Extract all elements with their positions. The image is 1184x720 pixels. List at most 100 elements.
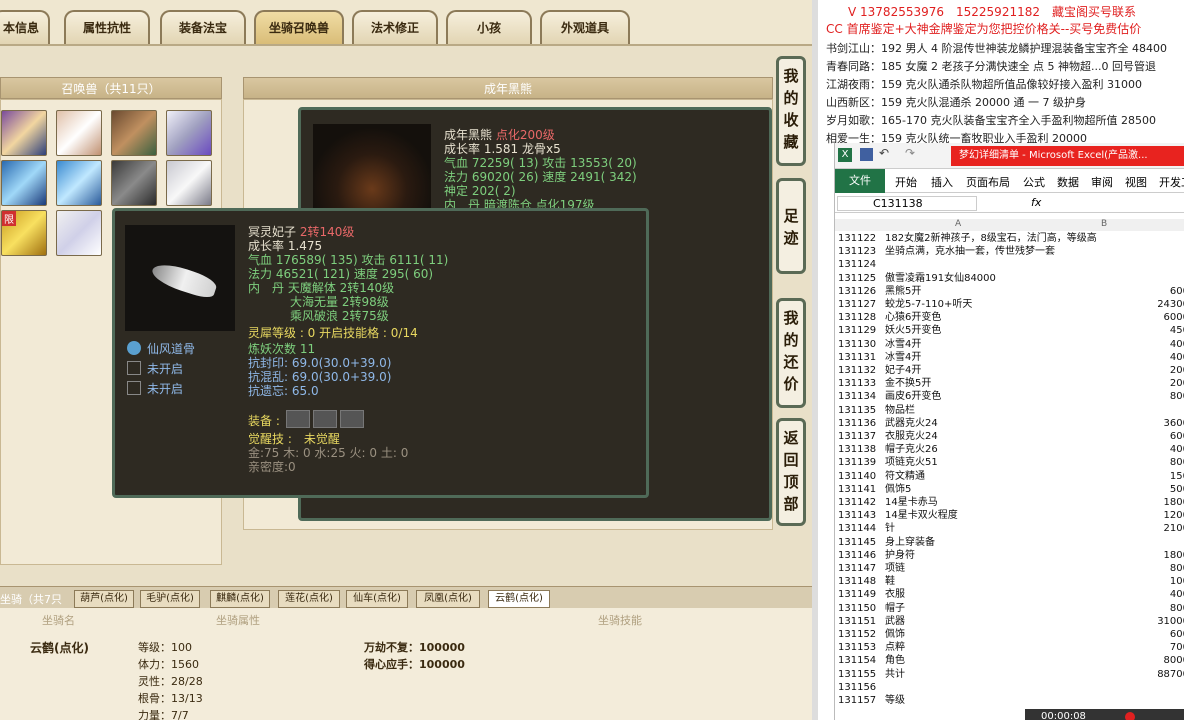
cell-a[interactable]: 妃子4开 xyxy=(885,365,921,377)
cell-a[interactable]: 画皮6开变色 xyxy=(885,391,941,403)
cell-a[interactable]: 武器 xyxy=(885,616,905,628)
row-number[interactable]: 131136 xyxy=(838,418,882,430)
row-number[interactable]: 131128 xyxy=(838,312,882,324)
col-header-a[interactable]: A xyxy=(955,219,961,229)
my-favorites-button[interactable]: 我的收藏 xyxy=(776,56,806,166)
row-number[interactable]: 131147 xyxy=(838,563,882,575)
cell-b[interactable]: 100 xyxy=(1170,576,1184,588)
summon-avatar[interactable] xyxy=(111,160,157,206)
mount-tab[interactable]: 凤凰(点化) xyxy=(416,590,480,608)
sheet-row[interactable]: 131123 坐骑点满，克水抽一套，传世残梦一套 xyxy=(835,246,1184,258)
row-number[interactable]: 131149 xyxy=(838,589,882,601)
tab-equipment[interactable]: 装备法宝 xyxy=(160,10,246,44)
row-number[interactable]: 131144 xyxy=(838,523,882,535)
row-number[interactable]: 131153 xyxy=(838,642,882,654)
cell-a[interactable]: 符文精通 xyxy=(885,471,925,483)
cell-a[interactable]: 共计 xyxy=(885,669,905,681)
mount-tab-active[interactable]: 云鹤(点化) xyxy=(488,590,550,608)
equip-slot[interactable] xyxy=(286,410,310,428)
cell-b[interactable]: 800 xyxy=(1170,603,1184,615)
cell-b[interactable]: 150 xyxy=(1170,471,1184,483)
cell-b[interactable]: 200 xyxy=(1170,378,1184,390)
undo-icon[interactable]: ↶ xyxy=(879,146,889,160)
summon-avatar[interactable] xyxy=(1,160,47,206)
cell-b[interactable]: 6000 xyxy=(1164,312,1184,324)
row-number[interactable]: 131150 xyxy=(838,603,882,615)
sheet-row[interactable]: 131137衣服克火24 600 xyxy=(835,431,1184,443)
cell-a[interactable]: 妖火5开变色 xyxy=(885,325,941,337)
tab-attributes[interactable]: 属性抗性 xyxy=(64,10,150,44)
cell-b[interactable]: 31000 xyxy=(1157,616,1184,628)
cell-b[interactable]: 600 xyxy=(1170,629,1184,641)
sheet-row[interactable]: 131134画皮6开变色 800 xyxy=(835,391,1184,403)
ribbon-tab[interactable]: 视图 xyxy=(1125,174,1147,190)
cell-a[interactable]: 黑熊5开 xyxy=(885,286,921,298)
summon-avatar[interactable] xyxy=(56,160,102,206)
sheet-row[interactable]: 131136武器克火24 3600 xyxy=(835,418,1184,430)
equip-slot[interactable] xyxy=(313,410,337,428)
sheet-row[interactable]: 131125 傲雪凌霜191女仙84000 xyxy=(835,273,1184,285)
cell-a[interactable]: 项链克火51 xyxy=(885,457,938,469)
row-number[interactable]: 131138 xyxy=(838,444,882,456)
sheet-row[interactable]: 13114214星卡赤马 1800 xyxy=(835,497,1184,509)
sheet-row[interactable]: 131128心猿6开变色 6000 xyxy=(835,312,1184,324)
cell-a[interactable]: 冰雪4开 xyxy=(885,352,921,364)
cell-b[interactable]: 400 xyxy=(1170,589,1184,601)
sheet-row[interactable]: 131157 等级 xyxy=(835,695,1184,707)
ribbon-tab[interactable]: 开始 xyxy=(895,174,917,190)
sheet-row[interactable]: 131127蛟龙5-7-110+听天 24300 xyxy=(835,299,1184,311)
mount-tab[interactable]: 麒麟(点化) xyxy=(210,590,270,608)
ribbon-tab[interactable]: 公式 xyxy=(1023,174,1045,190)
cell-a[interactable]: 帽子 xyxy=(885,603,905,615)
sheet-row[interactable]: 13114314星卡双火程度 1200 xyxy=(835,510,1184,522)
cell-a[interactable]: 坐骑点满，克水抽一套，传世残梦一套 xyxy=(885,246,1055,258)
row-number[interactable]: 131151 xyxy=(838,616,882,628)
mount-tab[interactable]: 仙车(点化) xyxy=(346,590,408,608)
cell-a[interactable]: 帽子克火26 xyxy=(885,444,938,456)
sheet-row[interactable]: 131129妖火5开变色 450 xyxy=(835,325,1184,337)
sheet-row[interactable]: 131152佩饰 600 xyxy=(835,629,1184,641)
tab-child[interactable]: 小孩 xyxy=(446,10,532,44)
sheet-row[interactable]: 131147项链 800 xyxy=(835,563,1184,575)
summon-avatar[interactable] xyxy=(56,210,102,256)
equip-slot[interactable] xyxy=(340,410,364,428)
sheet-row[interactable]: 131132妃子4开 200 xyxy=(835,365,1184,377)
row-number[interactable]: 131125 xyxy=(838,273,882,285)
row-number[interactable]: 131148 xyxy=(838,576,882,588)
sheet-row[interactable]: 131124 xyxy=(835,259,1184,271)
row-number[interactable]: 131130 xyxy=(838,339,882,351)
sheet-row[interactable]: 131154角色 8000 xyxy=(835,655,1184,667)
row-number[interactable]: 131127 xyxy=(838,299,882,311)
cell-b[interactable]: 400 xyxy=(1170,352,1184,364)
sheet-row[interactable]: 131146护身符 1800 xyxy=(835,550,1184,562)
sheet-row[interactable]: 131150帽子 800 xyxy=(835,603,1184,615)
mount-tab[interactable]: 毛驴(点化) xyxy=(140,590,200,608)
record-icon[interactable] xyxy=(1125,712,1135,720)
cell-b[interactable]: 1800 xyxy=(1164,550,1184,562)
cell-b[interactable]: 800 xyxy=(1170,457,1184,469)
row-number[interactable]: 131132 xyxy=(838,365,882,377)
cell-b[interactable]: 1800 xyxy=(1164,497,1184,509)
cell-a[interactable]: 心猿6开变色 xyxy=(885,312,941,324)
row-number[interactable]: 131135 xyxy=(838,405,882,417)
cell-a[interactable]: 冰雪4开 xyxy=(885,339,921,351)
cell-b[interactable]: 3600 xyxy=(1164,418,1184,430)
row-number[interactable]: 131156 xyxy=(838,682,882,694)
row-number[interactable]: 131123 xyxy=(838,246,882,258)
cell-b[interactable]: 1200 xyxy=(1164,510,1184,522)
cell-a[interactable]: 佩饰5 xyxy=(885,484,911,496)
row-number[interactable]: 131145 xyxy=(838,537,882,549)
summon-avatar[interactable] xyxy=(166,110,212,156)
row-number[interactable]: 131140 xyxy=(838,471,882,483)
cell-a[interactable]: 金不换5开 xyxy=(885,378,931,390)
row-number[interactable]: 131142 xyxy=(838,497,882,509)
ribbon-tab[interactable]: 开发工 xyxy=(1159,174,1184,190)
cell-a[interactable]: 护身符 xyxy=(885,550,915,562)
cell-a[interactable]: 物品栏 xyxy=(885,405,915,417)
cell-a[interactable]: 衣服克火24 xyxy=(885,431,938,443)
row-number[interactable]: 131141 xyxy=(838,484,882,496)
sheet-row[interactable]: 131144针 2100 xyxy=(835,523,1184,535)
row-number[interactable]: 131131 xyxy=(838,352,882,364)
cell-b[interactable]: 700 xyxy=(1170,642,1184,654)
row-number[interactable]: 131126 xyxy=(838,286,882,298)
